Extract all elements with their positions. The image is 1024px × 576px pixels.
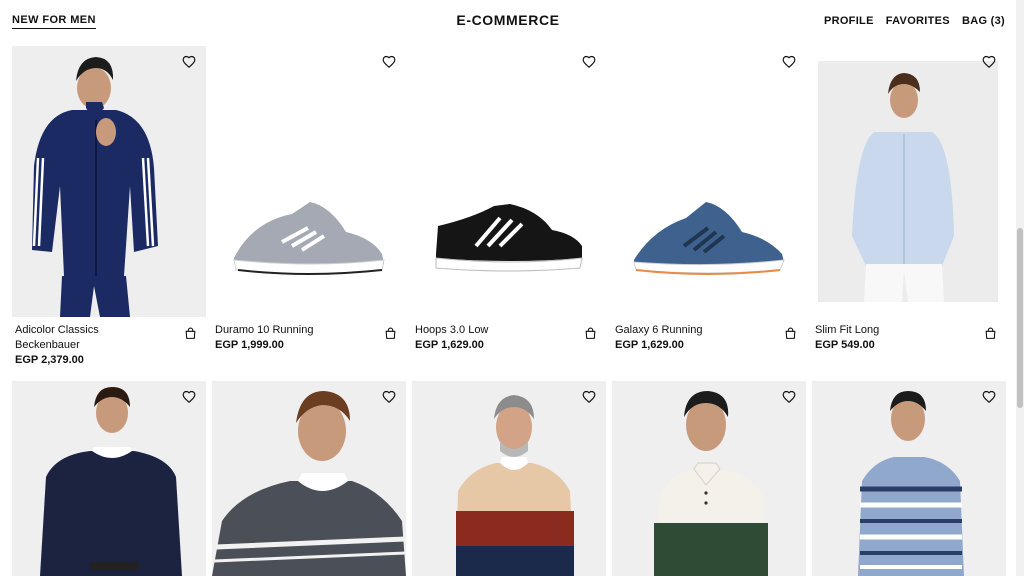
favorite-heart-icon[interactable] [182, 390, 196, 404]
product-image[interactable] [12, 381, 206, 576]
favorites-link[interactable]: FAVORITES [886, 15, 950, 27]
product-image[interactable] [212, 381, 406, 576]
black-low-sneaker-image [435, 204, 583, 272]
man-blue-striped-sweater-image [812, 381, 1006, 576]
product-card[interactable]: Duramo 10 Running EGP 1,999.00 [212, 46, 406, 377]
scrollbar-thumb[interactable] [1017, 228, 1023, 408]
add-to-bag-icon[interactable] [984, 327, 997, 340]
product-image[interactable] [412, 46, 606, 317]
product-card[interactable] [412, 381, 606, 576]
product-name[interactable]: Slim Fit Long EGP 549.00 [815, 323, 975, 353]
product-image[interactable] [212, 46, 406, 317]
product-price: EGP 1,629.00 [615, 339, 684, 351]
new-for-men-link[interactable]: NEW FOR MEN [12, 14, 96, 29]
product-price: EGP 2,379.00 [15, 354, 84, 366]
product-name[interactable]: Duramo 10 Running EGP 1,999.00 [215, 323, 375, 353]
favorite-heart-icon[interactable] [582, 390, 596, 404]
product-card[interactable] [12, 381, 206, 576]
product-name-line: Galaxy 6 Running [615, 324, 703, 336]
account-nav: PROFILE FAVORITES BAG (3) [824, 15, 1005, 27]
product-card[interactable]: Galaxy 6 Running EGP 1,629.00 [612, 46, 806, 377]
man-navy-track-jacket-image [12, 46, 206, 317]
product-info: Slim Fit Long EGP 549.00 [812, 317, 1006, 377]
man-green-white-polo-image [612, 381, 806, 576]
favorite-heart-icon[interactable] [782, 55, 796, 69]
product-name-line: Beckenbauer [15, 339, 80, 351]
favorite-heart-icon[interactable] [982, 390, 996, 404]
product-info: Galaxy 6 Running EGP 1,629.00 [612, 317, 806, 377]
man-navy-sweater-image [12, 381, 206, 576]
product-name[interactable]: Galaxy 6 Running EGP 1,629.00 [615, 323, 775, 353]
favorite-heart-icon[interactable] [382, 55, 396, 69]
product-name-line: Hoops 3.0 Low [415, 324, 489, 336]
product-card[interactable]: Hoops 3.0 Low EGP 1,629.00 [412, 46, 606, 377]
blue-running-shoe-image [633, 202, 785, 275]
top-navbar: NEW FOR MEN E-COMMERCE PROFILE FAVORITES… [0, 0, 1016, 44]
favorite-heart-icon[interactable] [382, 390, 396, 404]
add-to-bag-icon[interactable] [584, 327, 597, 340]
man-grey-striped-sweater-image [212, 381, 406, 576]
product-name[interactable]: Hoops 3.0 Low EGP 1,629.00 [415, 323, 575, 353]
man-light-blue-shirt-image [818, 61, 998, 302]
product-card[interactable]: Adicolor Classics Beckenbauer EGP 2,379.… [12, 46, 206, 377]
product-image[interactable] [612, 381, 806, 576]
add-to-bag-icon[interactable] [384, 327, 397, 340]
favorite-heart-icon[interactable] [582, 55, 596, 69]
product-name-line: Adicolor Classics [15, 324, 99, 336]
product-image[interactable] [12, 46, 206, 317]
bag-link[interactable]: BAG (3) [962, 15, 1005, 27]
product-price: EGP 1,629.00 [415, 339, 484, 351]
man-colorblock-sweater-image [412, 381, 606, 576]
product-name-line: Slim Fit Long [815, 324, 880, 336]
page-scrollbar[interactable] [1016, 0, 1024, 576]
product-price: EGP 1,999.00 [215, 339, 284, 351]
product-info: Hoops 3.0 Low EGP 1,629.00 [412, 317, 606, 377]
favorite-heart-icon[interactable] [782, 390, 796, 404]
product-name[interactable]: Adicolor Classics Beckenbauer EGP 2,379.… [15, 323, 175, 368]
profile-link[interactable]: PROFILE [824, 15, 874, 27]
add-to-bag-icon[interactable] [184, 327, 197, 340]
product-image[interactable] [612, 46, 806, 317]
product-card[interactable] [212, 381, 406, 576]
product-info: Duramo 10 Running EGP 1,999.00 [212, 317, 406, 377]
favorite-heart-icon[interactable] [982, 55, 996, 69]
product-card[interactable]: Slim Fit Long EGP 549.00 [812, 46, 1006, 377]
product-price: EGP 549.00 [815, 339, 875, 351]
grey-running-shoe-image [233, 202, 385, 275]
favorite-heart-icon[interactable] [182, 55, 196, 69]
product-name-line: Duramo 10 Running [215, 324, 314, 336]
product-card[interactable] [812, 381, 1006, 576]
add-to-bag-icon[interactable] [784, 327, 797, 340]
product-info: Adicolor Classics Beckenbauer EGP 2,379.… [12, 317, 206, 377]
product-image[interactable] [812, 46, 1006, 317]
product-image[interactable] [412, 381, 606, 576]
product-card[interactable] [612, 381, 806, 576]
product-image[interactable] [812, 381, 1006, 576]
